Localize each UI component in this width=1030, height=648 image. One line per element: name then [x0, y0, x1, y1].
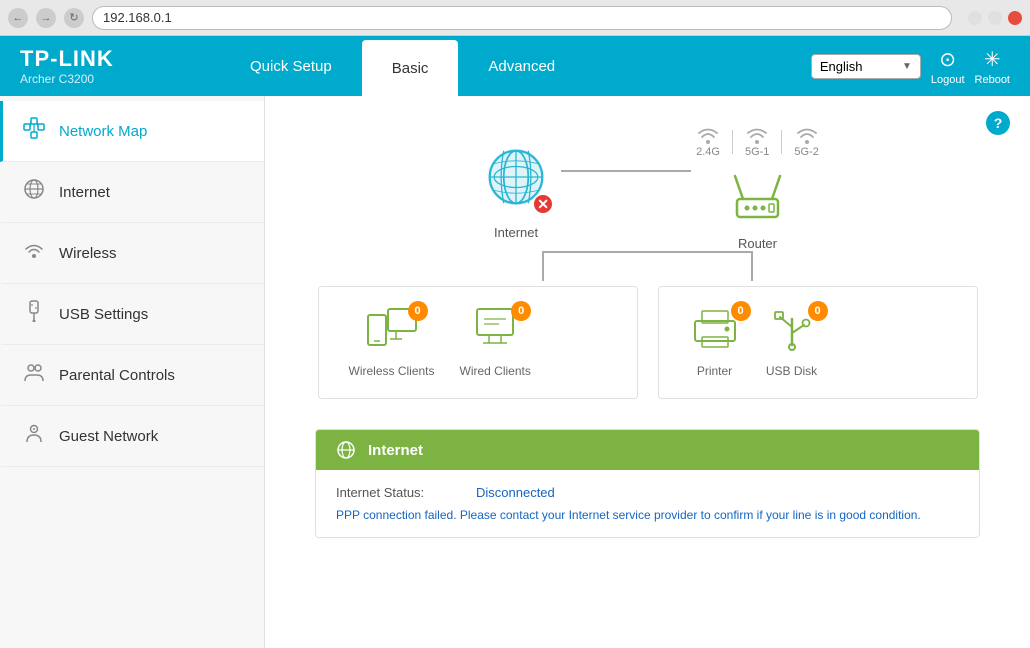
nav-tabs: Quick Setup Basic Advanced: [220, 36, 811, 96]
internet-status-section: Internet Internet Status: Disconnected P…: [315, 429, 980, 538]
clients-card: 0 Wireless Clients: [318, 286, 638, 399]
status-header: Internet: [316, 430, 979, 470]
error-badge: ✕: [532, 193, 554, 215]
network-map-area: ?: [265, 96, 1030, 568]
sidebar-label-usb-settings: USB Settings: [59, 306, 148, 323]
reboot-button[interactable]: ✳ Reboot: [975, 47, 1010, 86]
status-message: PPP connection failed. Please contact yo…: [336, 508, 959, 522]
sidebar-item-wireless[interactable]: Wireless: [0, 223, 264, 284]
reload-button[interactable]: ↻: [64, 8, 84, 28]
sidebar-label-wireless: Wireless: [59, 245, 117, 262]
app-container: TP-LINK Archer C3200 Quick Setup Basic A…: [0, 36, 1030, 648]
peripherals-card: 0 Printer: [658, 286, 978, 399]
logo-area: TP-LINK Archer C3200: [20, 46, 220, 86]
guest-network-icon: [23, 422, 45, 450]
printer-item[interactable]: 0 Printer: [689, 307, 741, 378]
connectors-row: [436, 251, 859, 281]
internet-icon: [23, 178, 45, 206]
wifi-24g-label: 2.4G: [696, 146, 720, 158]
status-header-title: Internet: [368, 442, 423, 459]
dot3: [1008, 11, 1022, 25]
sidebar-label-guest-network: Guest Network: [59, 428, 158, 445]
wireless-clients-count: 0: [408, 301, 428, 321]
wireless-icon: [23, 239, 45, 267]
status-key: Internet Status:: [336, 485, 456, 500]
wired-clients-item[interactable]: 0 Wired Clients: [460, 307, 531, 378]
wifi-5g1-label: 5G-1: [745, 146, 769, 158]
chevron-down-icon: ▼: [902, 61, 912, 72]
usb-disk-label: USB Disk: [766, 364, 817, 378]
printer-count: 0: [731, 301, 751, 321]
cards-row: 0 Wireless Clients: [295, 286, 1000, 399]
back-button[interactable]: ←: [8, 8, 28, 28]
usb-settings-icon: [23, 300, 45, 328]
wired-clients-count: 0: [511, 301, 531, 321]
router-node: 2.4G 5G-1: [696, 126, 819, 251]
main-content: ?: [265, 96, 1030, 648]
sidebar: Network Map Internet: [0, 96, 265, 648]
status-row: Internet Status: Disconnected: [336, 485, 959, 500]
tab-basic[interactable]: Basic: [362, 40, 459, 96]
sidebar-item-network-map[interactable]: Network Map: [0, 101, 264, 162]
browser-chrome: ← → ↻ 192.168.0.1: [0, 0, 1030, 36]
top-row: ✕ Internet: [295, 126, 1000, 251]
language-select[interactable]: English ▼: [811, 54, 921, 79]
network-map-icon: [23, 117, 45, 145]
status-value: Disconnected: [476, 485, 555, 500]
sidebar-item-usb-settings[interactable]: USB Settings: [0, 284, 264, 345]
sidebar-label-internet: Internet: [59, 184, 110, 201]
internet-icon-wrap[interactable]: ✕: [476, 137, 556, 217]
router-wifi-icons: 2.4G 5G-1: [696, 126, 819, 158]
logout-button[interactable]: ⊙ Logout: [931, 47, 965, 86]
logo-tp-link: TP-LINK: [20, 46, 220, 72]
window-controls: [968, 11, 1022, 25]
forward-button[interactable]: →: [36, 8, 56, 28]
wifi-band-5g1: 5G-1: [745, 126, 769, 158]
globe-status-icon: [336, 440, 356, 460]
router-icon-wrap[interactable]: [722, 168, 792, 228]
wifi-band-24g: 2.4G: [696, 126, 720, 158]
connection-line: [561, 170, 691, 172]
wifi-divider-1: [732, 130, 733, 154]
sidebar-item-internet[interactable]: Internet: [0, 162, 264, 223]
address-bar[interactable]: 192.168.0.1: [92, 6, 952, 30]
wifi-band-5g2: 5G-2: [794, 126, 818, 158]
printer-label: Printer: [697, 364, 732, 378]
tab-quick-setup[interactable]: Quick Setup: [220, 36, 362, 96]
status-body: Internet Status: Disconnected PPP connec…: [316, 470, 979, 537]
header-right: English ▼ ⊙ Logout ✳ Reboot: [811, 47, 1030, 86]
tab-advanced[interactable]: Advanced: [458, 36, 585, 96]
header: TP-LINK Archer C3200 Quick Setup Basic A…: [0, 36, 1030, 96]
reboot-icon: ✳: [984, 47, 1001, 72]
parental-controls-icon: [23, 361, 45, 389]
body-area: Network Map Internet: [0, 96, 1030, 648]
logout-icon: ⊙: [939, 47, 956, 72]
usb-disk-count: 0: [808, 301, 828, 321]
internet-node: ✕ Internet: [476, 137, 556, 240]
wifi-5g2-label: 5G-2: [794, 146, 818, 158]
sidebar-label-parental-controls: Parental Controls: [59, 367, 175, 384]
wireless-clients-label: Wireless Clients: [349, 364, 435, 378]
dot1: [968, 11, 982, 25]
wireless-clients-item[interactable]: 0 Wireless Clients: [349, 307, 435, 378]
router-label: Router: [738, 236, 777, 251]
usb-disk-item[interactable]: 0 USB Disk: [766, 307, 818, 378]
internet-label: Internet: [494, 225, 538, 240]
wifi-divider-2: [781, 130, 782, 154]
dot2: [988, 11, 1002, 25]
wired-clients-label: Wired Clients: [460, 364, 531, 378]
logo-model: Archer C3200: [20, 72, 220, 86]
sidebar-item-guest-network[interactable]: Guest Network: [0, 406, 264, 467]
language-value: English: [820, 59, 863, 74]
sidebar-label-network-map: Network Map: [59, 123, 147, 140]
network-diagram: ✕ Internet: [295, 116, 1000, 419]
sidebar-item-parental-controls[interactable]: Parental Controls: [0, 345, 264, 406]
